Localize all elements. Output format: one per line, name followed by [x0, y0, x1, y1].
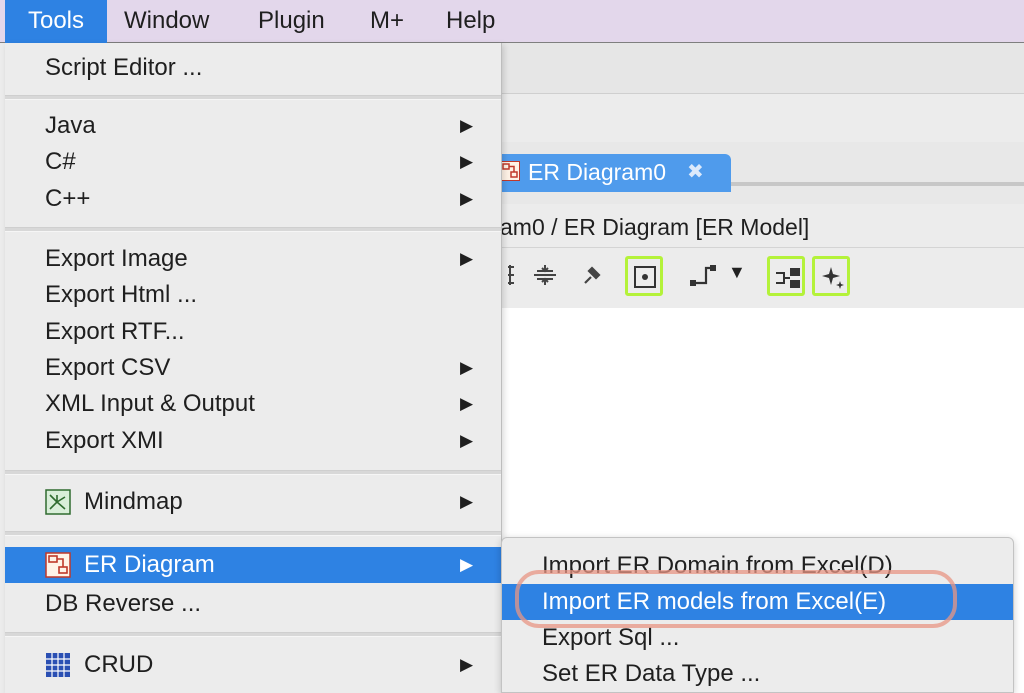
- diagram-toolbar: ▼: [500, 250, 1024, 308]
- tools-menu: Script Editor ... Java ▶ C# ▶ C++ ▶ Expo…: [5, 43, 502, 693]
- menu-item-export-csv[interactable]: Export CSV ▶: [5, 350, 501, 386]
- menu-item-csharp[interactable]: C# ▶: [5, 144, 501, 180]
- line-style-icon[interactable]: [684, 256, 722, 296]
- menu-separator: [5, 632, 501, 637]
- submenu-arrow-icon: ▶: [460, 394, 474, 413]
- menu-item-java[interactable]: Java ▶: [5, 108, 501, 144]
- menu-item-export-html[interactable]: Export Html ...: [5, 277, 501, 313]
- menu-window[interactable]: Window: [124, 0, 209, 43]
- submenu-arrow-icon: ▶: [460, 116, 474, 135]
- menu-item-crud[interactable]: CRUD ▶: [5, 647, 501, 683]
- breadcrumb: am0 / ER Diagram [ER Model]: [500, 208, 1024, 248]
- magic-sparkle-icon[interactable]: [812, 256, 850, 296]
- er-diagram-icon: [500, 161, 520, 181]
- annotation-highlight-ring: [515, 570, 957, 628]
- submenu-arrow-icon: ▶: [460, 431, 474, 450]
- menu-item-script-editor[interactable]: Script Editor ...: [5, 50, 501, 86]
- submenu-arrow-icon: ▶: [460, 152, 474, 171]
- tab-label: ER Diagram0: [528, 159, 667, 185]
- menu-item-er-diagram[interactable]: ER Diagram ▶: [5, 547, 501, 583]
- submenu-arrow-icon: ▶: [460, 655, 474, 674]
- submenu-arrow-icon: ▶: [460, 189, 474, 208]
- menu-item-cpp[interactable]: C++ ▶: [5, 181, 501, 217]
- secondary-toolbar: [500, 94, 1024, 143]
- submenu-arrow-icon: ▶: [460, 249, 474, 268]
- menu-separator: [5, 227, 501, 232]
- menu-tools[interactable]: Tools: [5, 0, 107, 43]
- line-style-dropdown-caret[interactable]: ▼: [728, 262, 746, 283]
- er-diagram-icon: [45, 552, 71, 578]
- tab-close-icon[interactable]: ✖: [687, 157, 704, 187]
- main-toolbar: [500, 43, 1024, 94]
- menu-plugin[interactable]: Plugin: [258, 0, 325, 43]
- snap-to-grid-icon[interactable]: [625, 256, 663, 296]
- mindmap-icon: [45, 489, 71, 515]
- menu-bar: Tools Window Plugin M+ Help: [0, 0, 1024, 43]
- submenu-item-set-er-data-type[interactable]: Set ER Data Type ...: [502, 656, 1013, 692]
- menu-help[interactable]: Help: [446, 0, 495, 43]
- submenu-arrow-icon: ▶: [460, 555, 474, 574]
- menu-item-xml-input-output[interactable]: XML Input & Output ▶: [5, 386, 501, 422]
- crud-grid-icon: [46, 653, 70, 677]
- menu-separator: [5, 531, 501, 536]
- pin-icon[interactable]: [574, 256, 612, 296]
- menu-separator: [5, 95, 501, 100]
- breadcrumb-text: am0 / ER Diagram [ER Model]: [500, 214, 810, 240]
- tab-er-diagram0[interactable]: ER Diagram0 ✖: [494, 154, 731, 192]
- menu-item-mindmap[interactable]: Mindmap ▶: [5, 484, 501, 520]
- menu-item-db-reverse[interactable]: DB Reverse ...: [5, 586, 501, 622]
- auto-layout-icon[interactable]: [767, 256, 805, 296]
- menu-mplus[interactable]: M+: [370, 0, 404, 43]
- submenu-arrow-icon: ▶: [460, 358, 474, 377]
- align-middle-icon[interactable]: [527, 256, 565, 296]
- submenu-arrow-icon: ▶: [460, 492, 474, 511]
- menu-item-export-image[interactable]: Export Image ▶: [5, 241, 501, 277]
- menu-item-export-xmi[interactable]: Export XMI ▶: [5, 423, 501, 459]
- menu-separator: [5, 470, 501, 475]
- menu-item-export-rtf[interactable]: Export RTF...: [5, 314, 501, 350]
